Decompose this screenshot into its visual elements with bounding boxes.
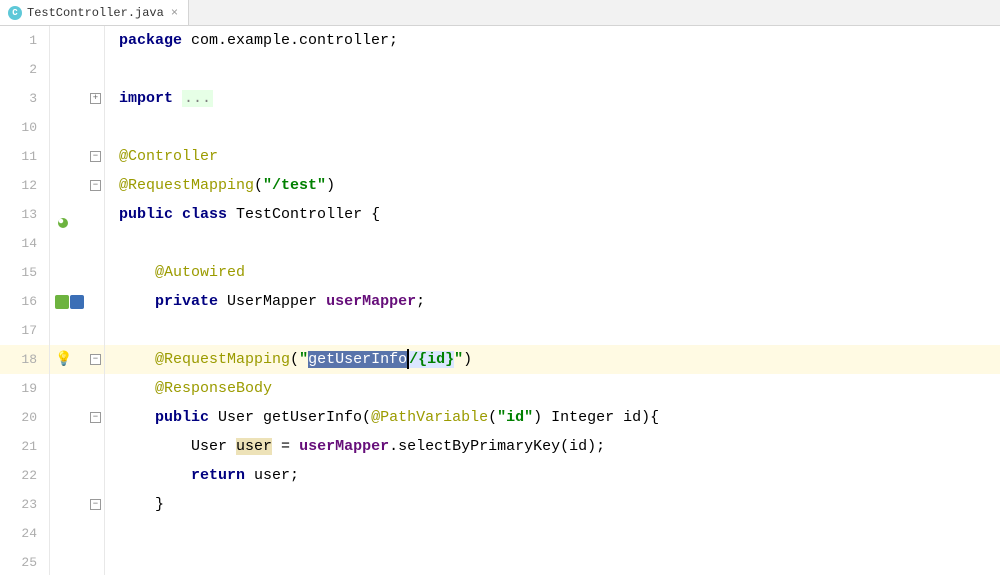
code-area[interactable]: package com.example.controller; import .… bbox=[105, 26, 1000, 575]
code-line: } bbox=[105, 490, 1000, 519]
line-number: 24 bbox=[0, 519, 49, 548]
line-number: 25 bbox=[0, 548, 49, 577]
line-number: 16 bbox=[0, 287, 49, 316]
navigate-icon[interactable] bbox=[55, 295, 69, 309]
code-line: public User getUserInfo(@PathVariable("i… bbox=[105, 403, 1000, 432]
line-number: 15 bbox=[0, 258, 49, 287]
file-tab[interactable]: C TestController.java × bbox=[0, 0, 189, 25]
code-line: return user; bbox=[105, 461, 1000, 490]
line-number: 17 bbox=[0, 316, 49, 345]
line-number: 14 bbox=[0, 229, 49, 258]
code-line bbox=[105, 548, 1000, 577]
code-line bbox=[105, 55, 1000, 84]
line-number: 21 bbox=[0, 432, 49, 461]
fold-collapse-icon[interactable]: − bbox=[90, 412, 101, 423]
line-number: 22 bbox=[0, 461, 49, 490]
lightbulb-icon[interactable]: 💡 bbox=[55, 351, 72, 368]
code-line bbox=[105, 519, 1000, 548]
code-line bbox=[105, 229, 1000, 258]
fold-collapse-icon[interactable]: − bbox=[90, 151, 101, 162]
line-number: 1 bbox=[0, 26, 49, 55]
text-selection: getUserInfo bbox=[308, 351, 407, 368]
code-line: public class TestController { bbox=[105, 200, 1000, 229]
code-line bbox=[105, 316, 1000, 345]
class-file-icon: C bbox=[8, 6, 22, 20]
fold-collapse-icon[interactable]: − bbox=[90, 354, 101, 365]
line-number: 20 bbox=[0, 403, 49, 432]
tab-bar: C TestController.java × bbox=[0, 0, 1000, 26]
line-number: 19 bbox=[0, 374, 49, 403]
editor: 1 2 3 10 11 12 13 14 15 16 17 18 19 20 2… bbox=[0, 26, 1000, 575]
fold-collapse-icon[interactable]: − bbox=[90, 499, 101, 510]
code-line: @ResponseBody bbox=[105, 374, 1000, 403]
line-number: 2 bbox=[0, 55, 49, 84]
code-line: package com.example.controller; bbox=[105, 26, 1000, 55]
tab-filename: TestController.java bbox=[27, 6, 164, 20]
line-number: 11 bbox=[0, 142, 49, 171]
code-line-active: @RequestMapping("getUserInfo/{id}") bbox=[105, 345, 1000, 374]
code-line: import ... bbox=[105, 84, 1000, 113]
code-line: @Controller bbox=[105, 142, 1000, 171]
code-line: @RequestMapping("/test") bbox=[105, 171, 1000, 200]
code-line: @Autowired bbox=[105, 258, 1000, 287]
line-number: 10 bbox=[0, 113, 49, 142]
icon-gutter: + − − 💡 − − − bbox=[50, 26, 105, 575]
close-icon[interactable]: × bbox=[169, 6, 180, 20]
line-number: 18 bbox=[0, 345, 49, 374]
fold-collapse-icon[interactable]: − bbox=[90, 180, 101, 191]
line-number: 23 bbox=[0, 490, 49, 519]
fold-expand-icon[interactable]: + bbox=[90, 93, 101, 104]
code-line: User user = userMapper.selectByPrimaryKe… bbox=[105, 432, 1000, 461]
code-line bbox=[105, 113, 1000, 142]
line-number: 3 bbox=[0, 84, 49, 113]
line-number: 13 bbox=[0, 200, 49, 229]
folded-block[interactable]: ... bbox=[182, 90, 213, 107]
code-line: private UserMapper userMapper; bbox=[105, 287, 1000, 316]
navigate-icon[interactable] bbox=[70, 295, 84, 309]
line-number-gutter: 1 2 3 10 11 12 13 14 15 16 17 18 19 20 2… bbox=[0, 26, 50, 575]
line-number: 12 bbox=[0, 171, 49, 200]
